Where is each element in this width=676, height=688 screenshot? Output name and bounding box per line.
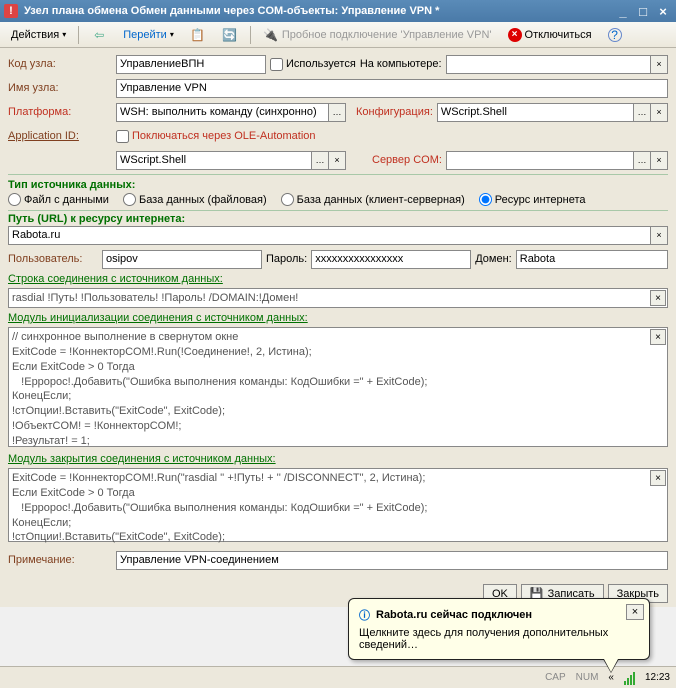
user-input[interactable]	[102, 250, 262, 269]
close-window-button[interactable]: ×	[654, 4, 672, 18]
titlebar: ! Узел плана обмена Обмен данными через …	[0, 0, 676, 22]
computer-label: На компьютере:	[360, 58, 442, 70]
help-button[interactable]: ?	[601, 25, 629, 45]
test-connection-button[interactable]: 🔌Пробное подключение 'Управление VPN'	[256, 24, 499, 46]
radio-db-cs[interactable]: База данных (клиент-серверная)	[281, 193, 465, 206]
form-content: Код узла: Используется На компьютере: × …	[0, 48, 676, 580]
actions-menu[interactable]: Действия ▾	[4, 26, 73, 44]
config-input[interactable]: …×	[437, 103, 668, 122]
connstr-label: Строка соединения с источником данных:	[8, 273, 668, 285]
domain-input[interactable]	[516, 250, 668, 269]
srctype-radiogroup: Файл с данными База данных (файловая) Ба…	[8, 193, 668, 206]
info-icon: ⓘ	[359, 607, 370, 623]
ellipsis-icon[interactable]: …	[633, 104, 650, 121]
tool-icon-2[interactable]: 🔄	[215, 24, 245, 46]
code-label: Код узла:	[8, 58, 112, 70]
url-input[interactable]: ×	[8, 226, 668, 245]
window-title: Узел плана обмена Обмен данными через CO…	[24, 5, 612, 17]
comserver-input[interactable]: …×	[446, 151, 668, 170]
pass-input[interactable]	[311, 250, 471, 269]
goto-menu[interactable]: Перейти ▾	[116, 26, 181, 44]
clear-icon[interactable]: ×	[650, 104, 667, 121]
radio-internet[interactable]: Ресурс интернета	[479, 193, 586, 206]
clock: 12:23	[645, 672, 670, 683]
connstr-input[interactable]: rasdial !Путь! !Пользователь! !Пароль! /…	[8, 288, 668, 308]
ole-checkbox[interactable]: Поключаться через OLE-Automation	[116, 130, 316, 143]
balloon-close-button[interactable]: ×	[626, 604, 644, 620]
maximize-button[interactable]: □	[634, 4, 652, 18]
app-icon: !	[4, 4, 18, 18]
statusbar: CAP NUM « 12:23	[0, 666, 676, 688]
tray-expand-icon[interactable]: «	[608, 672, 614, 683]
clear-icon[interactable]: ×	[328, 152, 345, 169]
disconnect-icon: ×	[508, 28, 522, 42]
pass-label: Пароль:	[266, 253, 307, 265]
clear-icon[interactable]: ×	[650, 470, 666, 486]
init-textarea[interactable]: // синхронное выполнение в свернутом окн…	[8, 327, 668, 447]
user-label: Пользователь:	[8, 253, 98, 265]
clear-icon[interactable]: ×	[650, 56, 667, 73]
srctype-label: Тип источника данных:	[8, 179, 668, 191]
code-input[interactable]	[116, 55, 266, 74]
cap-indicator: CAP	[545, 672, 566, 683]
tool-icon-1[interactable]: 📋	[183, 24, 213, 46]
appid-input[interactable]: …×	[116, 151, 346, 170]
radio-file[interactable]: Файл с данными	[8, 193, 109, 206]
toolbar: Действия ▾ ⇦ Перейти ▾ 📋 🔄 🔌Пробное подк…	[0, 22, 676, 48]
clear-icon[interactable]: ×	[650, 329, 666, 345]
ellipsis-icon[interactable]: …	[311, 152, 328, 169]
domain-label: Домен:	[475, 253, 512, 265]
balloon-title: Rabota.ru сейчас подключен	[376, 609, 532, 621]
config-label: Конфигурация:	[356, 106, 433, 118]
balloon-tooltip[interactable]: × ⓘ Rabota.ru сейчас подключен Щелкните з…	[348, 598, 650, 660]
balloon-body: Щелкните здесь для получения дополнитель…	[359, 627, 639, 651]
platform-label: Платформа:	[8, 106, 112, 118]
url-label: Путь (URL) к ресурсу интернета:	[8, 213, 668, 225]
disconnect-button[interactable]: ×Отключиться	[501, 25, 599, 45]
nav-prev-icon[interactable]: ⇦	[84, 24, 114, 46]
appid-link[interactable]: Application ID:	[8, 130, 112, 142]
num-indicator: NUM	[576, 672, 599, 683]
ellipsis-icon[interactable]: …	[328, 104, 345, 121]
signal-icon[interactable]	[624, 671, 635, 685]
name-input[interactable]	[116, 79, 668, 98]
ellipsis-icon[interactable]: …	[633, 152, 650, 169]
note-input[interactable]	[116, 551, 668, 570]
close-textarea[interactable]: ExitCode = !КоннекторCOM!.Run("rasdial '…	[8, 468, 668, 542]
used-checkbox[interactable]: Используется	[270, 58, 356, 71]
clear-icon[interactable]: ×	[650, 152, 667, 169]
comserver-label: Сервер COM:	[372, 154, 442, 166]
clear-icon[interactable]: ×	[650, 290, 666, 306]
platform-input[interactable]: …	[116, 103, 346, 122]
name-label: Имя узла:	[8, 82, 112, 94]
radio-db-file[interactable]: База данных (файловая)	[123, 193, 267, 206]
init-label: Модуль инициализации соединения с источн…	[8, 312, 668, 324]
close-label: Модуль закрытия соединения с источником …	[8, 453, 668, 465]
note-label: Примечание:	[8, 554, 112, 566]
minimize-button[interactable]: _	[614, 4, 632, 18]
computer-input[interactable]: ×	[446, 55, 668, 74]
clear-icon[interactable]: ×	[650, 227, 667, 244]
